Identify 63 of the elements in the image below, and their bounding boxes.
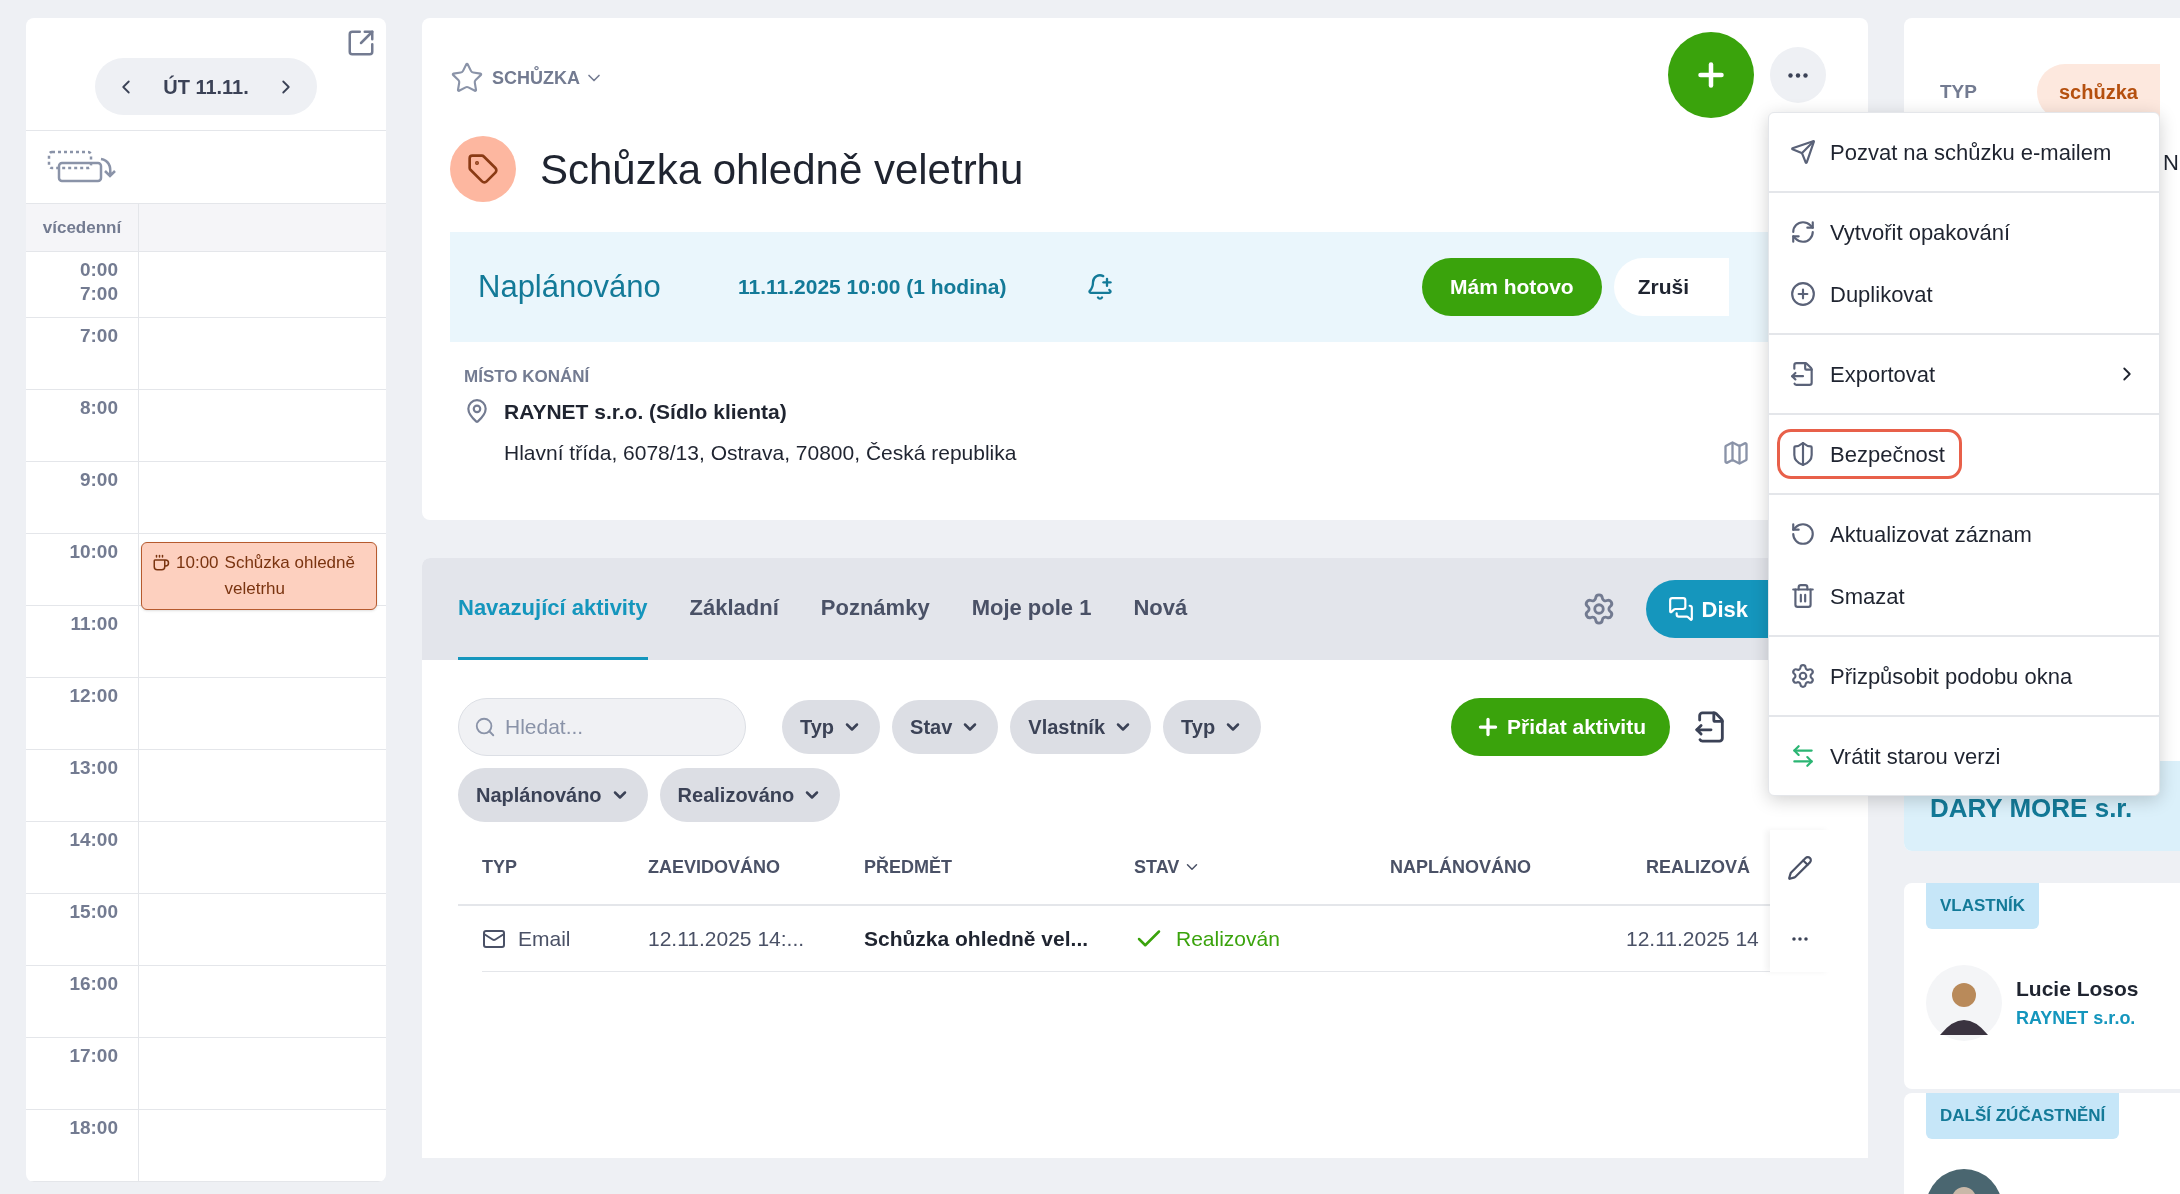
tab[interactable]: Základní (689, 558, 779, 660)
hour-label: 0:00 (79, 258, 118, 282)
all-day-label: vícedenní (42, 216, 122, 239)
table-cell-text: 12.11.2025 14 (1626, 925, 1759, 952)
hour-label: 7:00 (79, 282, 118, 306)
column-header[interactable]: NAPLÁNOVÁNO (1390, 853, 1646, 881)
search-field[interactable]: Hledat... (458, 698, 746, 756)
menu-item[interactable]: Vrátit starou verzi (1777, 731, 2151, 781)
menu-item[interactable]: Duplikovat (1777, 269, 2151, 319)
filter-chip[interactable]: Naplánováno (458, 768, 648, 822)
tab[interactable]: Moje pole 1 (971, 558, 1092, 660)
table-cell: Email (482, 922, 648, 955)
section-tag: VLASTNÍK (1926, 883, 2039, 929)
filter-chip[interactable]: Stav (892, 700, 999, 754)
hour-label: 14:00 (69, 828, 118, 852)
filter-chip[interactable]: Vlastník (1010, 700, 1152, 754)
hour-label: 18:00 (69, 1116, 118, 1140)
calendar-event[interactable]: 10:00 Schůzka ohledně veletrhu (141, 542, 377, 610)
event-title: Schůzka ohledně veletrhu (224, 552, 356, 600)
hour-label: 11:00 (70, 612, 118, 636)
hour-label: 13:00 (69, 756, 118, 780)
column-header[interactable]: ZAEVIDOVÁNO (648, 853, 864, 881)
table-cell-text: Schůzka ohledně vel... (864, 925, 1090, 952)
hour-label: 15:00 (69, 900, 118, 924)
status-label: Naplánováno (478, 267, 662, 306)
column-header[interactable]: STAV (1134, 853, 1390, 881)
filter-chip[interactable]: Typ (782, 700, 881, 754)
record-title: Schůzka ohledně veletrhu (540, 144, 1024, 195)
filter-chip[interactable]: Typ (1163, 700, 1262, 754)
tab[interactable]: Poznámky (820, 558, 930, 660)
table-cell: Realizován (1134, 922, 1390, 955)
hour-label: 12:00 (69, 684, 118, 708)
type-label: TYP (1940, 79, 1977, 104)
scheduled-time: 11.11.2025 10:00 (1 hodina) (738, 274, 1008, 301)
table-cell-text: 12.11.2025 14:... (648, 925, 806, 952)
column-header[interactable]: TYP (482, 853, 648, 881)
menu-item[interactable]: Aktualizovat záznam (1777, 509, 2151, 559)
menu-item[interactable]: Přizpůsobit podobu okna (1777, 651, 2151, 701)
hour-label: 7:00 (79, 324, 118, 348)
menu-item[interactable]: Pozvat na schůzku e-mailem (1777, 127, 2151, 177)
hour-label: 16:00 (69, 972, 118, 996)
owner-name: Lucie Losos (2016, 976, 2139, 1003)
hour-label: 17:00 (69, 1044, 118, 1068)
menu-item[interactable]: Bezpečnost (1777, 429, 1962, 479)
location-address: Hlavní třída, 6078/13, Ostrava, 70800, Česká republika (504, 440, 1017, 466)
date-label: ÚT 11.11. (163, 74, 249, 100)
record-type-dropdown[interactable]: SCHŮZKA (492, 64, 604, 92)
column-header[interactable]: PŘEDMĚT (864, 853, 1134, 881)
cancel-button[interactable]: Zruši (1613, 258, 1729, 316)
tab[interactable]: Nová (1133, 558, 1188, 660)
hour-label: 10:00 (69, 540, 118, 564)
company-name: DARY MORE s.r. (1930, 793, 2133, 823)
field-value: N (2163, 149, 2179, 177)
section-tag: DALŠÍ ZÚČASTNĚNÍ (1926, 1093, 2120, 1139)
location-name: RAYNET s.r.o. (Sídlo klienta) (504, 398, 787, 425)
column-header[interactable]: REALIZOVÁ (1646, 853, 1766, 881)
location-label: MÍSTO KONÁNÍ (464, 366, 590, 388)
hour-label: 9:00 (79, 468, 118, 492)
menu-item[interactable]: Vytvořit opakování (1777, 207, 2151, 257)
menu-item[interactable]: Exportovat (1777, 349, 2151, 399)
hour-label: 8:00 (79, 396, 118, 420)
event-time: 10:00 (176, 552, 219, 574)
filter-chip[interactable]: Realizováno (659, 768, 841, 822)
